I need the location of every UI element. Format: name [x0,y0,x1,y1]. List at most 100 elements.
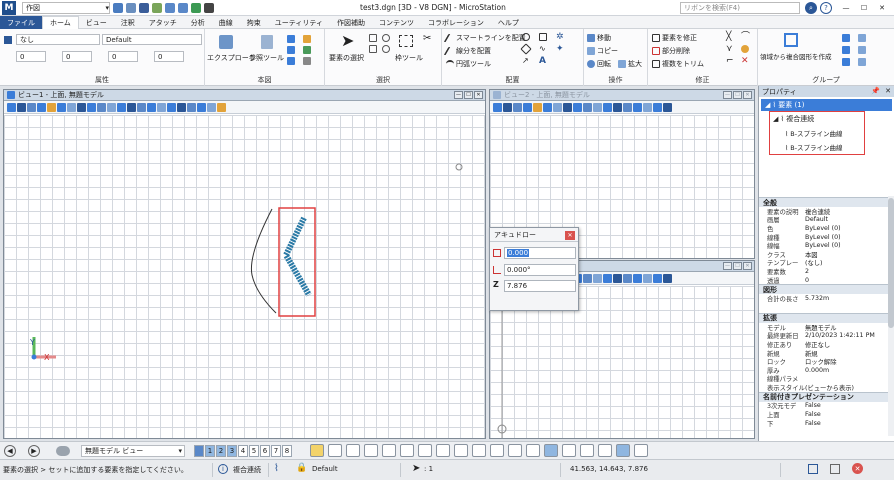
polyline-button[interactable]: 線分を配置 [443,46,491,56]
view-attributes-icon[interactable] [493,102,502,112]
create-region-icon[interactable] [784,33,798,47]
back-icon[interactable]: ◀ [4,445,16,457]
select-lock-icon[interactable] [369,45,377,53]
extend-icon[interactable]: ╳ [726,33,734,42]
view-number-button[interactable]: 7 [271,445,281,457]
accudraw-close-icon[interactable]: ✕ [565,231,575,240]
property-value[interactable]: (なし) [805,258,894,267]
multi-snap-icon[interactable] [526,444,540,457]
view-3-close-icon[interactable]: ✕ [743,262,752,270]
partial-delete-button[interactable]: 部分削除 [652,46,690,56]
view-1-minimize-icon[interactable]: — [454,91,463,99]
view-2-minimize-icon[interactable]: — [723,91,732,99]
modify-element-button[interactable]: 要素を修正 [652,33,697,43]
attributes-icon[interactable] [287,57,295,65]
tab-7[interactable]: 拘束 [240,16,268,29]
property-value[interactable]: 0 [805,277,894,284]
workset-dropdown[interactable]: 作図 ▾ [22,1,110,14]
fence-icon[interactable] [399,35,413,47]
message-center-icon[interactable] [808,464,818,474]
view-number-button[interactable]: 5 [249,445,259,457]
properties-root-row[interactable]: ◢ ⌇ 要素 (1) [761,99,892,111]
walk-icon[interactable] [653,273,662,283]
ribbon-search-input[interactable]: リボンを検索(F4) [680,2,800,14]
fence-button[interactable]: 枠ツール [395,53,423,63]
info-icon[interactable]: i [218,464,228,474]
copy-button[interactable]: コピー [587,46,618,56]
select-invert-icon[interactable] [382,45,390,53]
view-number-button[interactable]: 6 [260,445,270,457]
section-icon[interactable] [147,102,156,112]
cursor-arrow-icon[interactable]: ➤ [341,33,354,49]
curve-icon[interactable]: ∿ [539,45,547,53]
level-manager-icon[interactable] [287,35,295,43]
view-rotation-icon[interactable] [197,102,206,112]
named-view-icon[interactable] [663,102,672,112]
view-number-button[interactable]: 3 [227,445,237,457]
update-view-icon[interactable] [27,102,36,112]
view-3-maximize-icon[interactable]: ☐ [733,262,742,270]
trim-multiple-button[interactable]: 複数をトリム [652,59,704,69]
properties-section-header[interactable]: 名前付きプレゼンテーション [759,391,894,402]
qat-open-icon[interactable] [126,2,136,13]
qat-redo-icon[interactable] [178,2,188,13]
view-next-icon[interactable] [107,102,116,112]
tab-6[interactable]: 曲線 [212,16,240,29]
properties-section-header[interactable]: 図形 [759,284,894,295]
properties-scrollbar[interactable] [888,196,894,436]
pin-icon[interactable]: 📌 [871,87,880,95]
property-value[interactable]: False [805,420,894,427]
bisector-snap-icon[interactable] [418,444,432,457]
cell-icon[interactable]: ✦ [556,45,564,54]
property-value[interactable]: Default [805,216,894,223]
trim-to-intersection-icon[interactable]: ⌐ [726,57,734,66]
property-value[interactable]: 無題モデル [805,323,894,332]
view-number-button[interactable]: 8 [282,445,292,457]
minimize-icon[interactable]: — [840,2,852,14]
section-icon[interactable] [633,273,642,283]
text-snap-icon[interactable] [598,444,612,457]
camera-icon[interactable] [157,102,166,112]
clip-volume-icon[interactable] [127,102,136,112]
move-button[interactable]: 移動 [587,33,611,43]
delete-icon[interactable]: ✕ [741,57,749,66]
view-3-minimize-icon[interactable]: — [723,262,732,270]
circle-icon[interactable] [522,33,530,41]
properties-section-header[interactable]: 拡張 [759,312,894,323]
update-view-icon[interactable] [513,102,522,112]
arc-button[interactable]: 円弧ツール [446,59,491,69]
lock-icon[interactable]: 🔒 [296,463,307,473]
property-value[interactable]: ByLevel (0) [805,225,894,232]
accudraw-icon[interactable] [616,444,630,457]
clip-volume-icon[interactable] [613,273,622,283]
property-value[interactable]: False [805,402,894,409]
zoom-out-icon[interactable] [47,102,56,112]
chain-icon[interactable] [842,46,850,54]
help-icon[interactable]: ? [820,2,832,14]
tangent-snap-icon[interactable] [454,444,468,457]
center-snap-icon[interactable] [382,444,396,457]
settings-icon[interactable] [303,57,311,65]
view-1-canvas[interactable]: Y X [4,115,485,438]
qat-cursor-icon[interactable] [204,2,214,13]
level-combo[interactable]: なし [16,34,100,45]
clip-mask-icon[interactable] [137,102,146,112]
view-next-icon[interactable] [593,273,602,283]
zoom-out-icon[interactable] [533,102,542,112]
block-icon[interactable] [539,33,547,41]
tab-3[interactable]: 注釈 [114,16,142,29]
model-icon[interactable] [56,446,70,456]
named-view-icon[interactable] [663,273,672,283]
zoom-in-icon[interactable] [523,102,532,112]
nearest-snap-icon[interactable] [346,444,360,457]
keypoint-snap-icon[interactable] [328,444,342,457]
window-area-icon[interactable] [543,102,552,112]
property-value[interactable]: ロック解除 [805,357,894,366]
select-element-button[interactable]: 要素の選択 [329,53,364,63]
model-view-combo[interactable]: 無題モデル ビュー ▾ [81,445,185,457]
text-arc-icon[interactable]: ↗ [522,57,530,65]
rotate-view-icon[interactable] [563,102,572,112]
clip-mask-icon[interactable] [623,102,632,112]
clip-mask-icon[interactable] [623,273,632,283]
weight-combo[interactable]: 0 [62,51,92,62]
